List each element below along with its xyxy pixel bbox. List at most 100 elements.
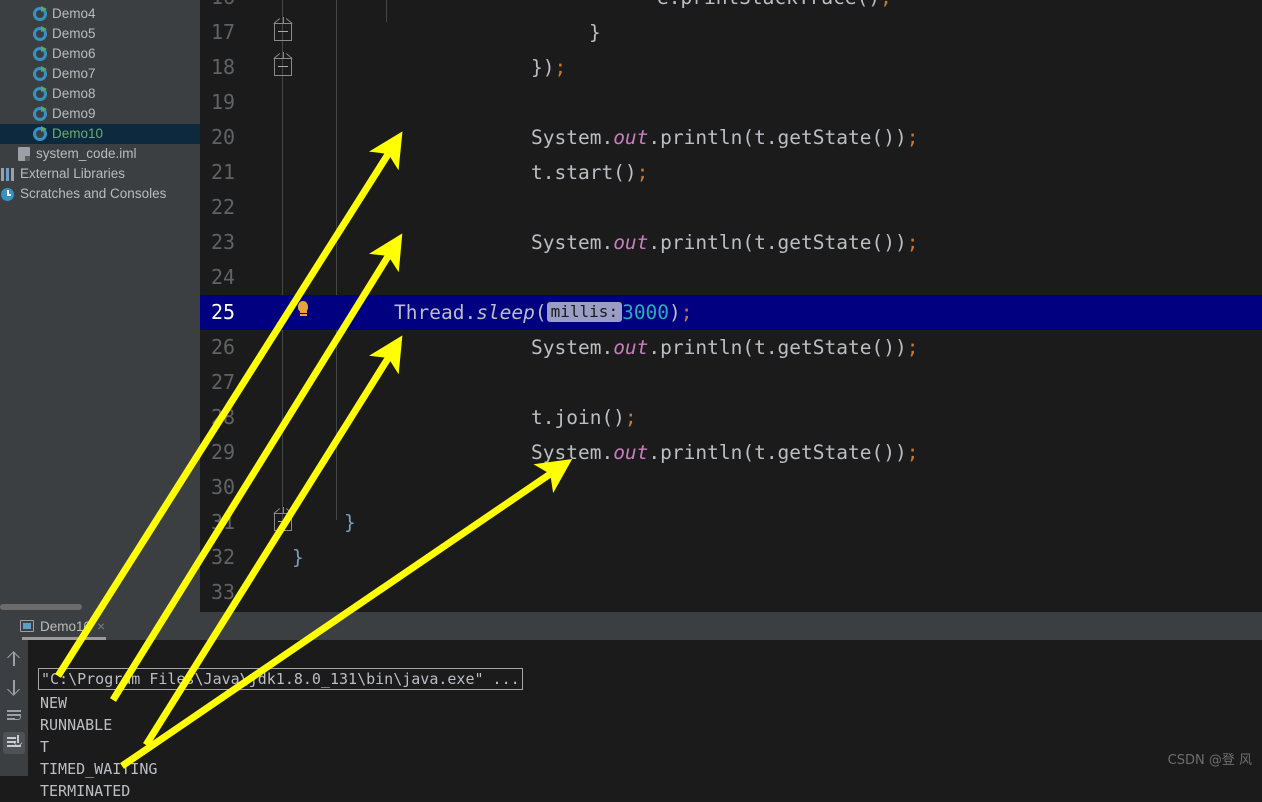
fold-marker-icon[interactable] — [274, 17, 292, 41]
sidebar-item-label: Demo5 — [52, 26, 96, 41]
line-code: } — [292, 546, 304, 569]
line-number: 29 — [211, 440, 236, 464]
run-console-panel: Demo10 × "C:\Program Files\Java\jdk1.8.0… — [0, 612, 1262, 800]
line-code: System.out.println(t.getState()); — [531, 231, 919, 254]
sidebar-item-system-code-iml[interactable]: system_code.iml — [0, 144, 200, 164]
editor-line-22[interactable]: 22 — [200, 190, 1262, 225]
console-output-line: TIMED_WAITING — [40, 760, 158, 778]
console-tab-demo10[interactable]: Demo10 × — [14, 612, 111, 640]
down-arrow-icon[interactable] — [3, 676, 25, 698]
editor-line-17[interactable]: 17 } — [200, 15, 1262, 50]
line-number: 16 — [200, 0, 246, 15]
line-number: 20 — [211, 125, 236, 149]
sidebar-item-demo6[interactable]: Demo6 — [0, 44, 200, 64]
ide-window: Demo4 Demo5 Demo6 Demo7 Demo8 Demo9 Demo… — [0, 0, 1262, 800]
csdn-watermark: CSDN @登 风 — [1167, 753, 1252, 768]
sidebar-item-demo8[interactable]: Demo8 — [0, 84, 200, 104]
line-code: }); — [531, 56, 567, 79]
up-arrow-icon[interactable] — [3, 648, 25, 670]
editor-line-16[interactable]: 16 e.printStackTrace(); — [200, 0, 1262, 15]
java-class-icon — [32, 6, 48, 22]
line-number: 21 — [211, 160, 236, 184]
java-class-icon — [32, 26, 48, 42]
editor-line-26[interactable]: 26 System.out.println(t.getState()); — [200, 330, 1262, 365]
line-number: 17 — [211, 20, 236, 44]
line-code: t.join(); — [531, 406, 637, 429]
line-number: 26 — [211, 335, 236, 359]
line-code: System.out.println(t.getState()); — [531, 126, 919, 149]
sidebar-item-label: Demo10 — [52, 126, 104, 141]
line-code: e.printStackTrace(); — [657, 0, 892, 15]
sleep-millis-value: 3000 — [622, 301, 670, 324]
line-number: 27 — [211, 370, 236, 394]
editor-line-30[interactable]: 30 — [200, 470, 1262, 505]
console-tab-bar: Demo10 × — [0, 612, 1262, 640]
sidebar-item-scratches-and-consoles[interactable]: Scratches and Consoles — [0, 184, 200, 204]
line-code: } — [589, 21, 601, 44]
project-tree-panel[interactable]: Demo4 Demo5 Demo6 Demo7 Demo8 Demo9 Demo… — [0, 0, 200, 612]
soft-wrap-icon[interactable] — [3, 704, 25, 726]
line-number: 22 — [211, 195, 236, 219]
java-class-icon — [32, 86, 48, 102]
line-number: 24 — [211, 265, 236, 289]
sidebar-item-demo10[interactable]: Demo10 — [0, 124, 200, 144]
line-number: 25 — [211, 300, 236, 324]
current-line-highlight — [200, 295, 1262, 330]
close-icon[interactable]: × — [97, 619, 105, 633]
java-class-icon — [32, 46, 48, 62]
sidebar-item-label: system_code.iml — [36, 146, 137, 161]
editor-line-28[interactable]: 28 t.join(); — [200, 400, 1262, 435]
line-code: t.start(); — [531, 161, 649, 184]
editor-line-32[interactable]: 32 } — [200, 540, 1262, 575]
line-number: 28 — [211, 405, 236, 429]
code-editor[interactable]: 16 e.printStackTrace(); 17 } 18 }); 19 2… — [200, 0, 1262, 612]
line-code: System.out.println(t.getState()); — [531, 441, 919, 464]
scroll-to-end-icon[interactable] — [3, 732, 25, 754]
java-class-icon — [32, 66, 48, 82]
java-class-icon — [32, 106, 48, 122]
console-tab-label: Demo10 — [40, 618, 92, 634]
editor-line-27[interactable]: 27 — [200, 365, 1262, 400]
line-code: Thread.sleep(millis: 3000); — [394, 301, 693, 324]
sidebar-horizontal-scrollbar[interactable] — [0, 604, 82, 610]
editor-line-21[interactable]: 21 t.start(); — [200, 155, 1262, 190]
editor-line-19[interactable]: 19 — [200, 85, 1262, 120]
sidebar-item-label: Demo6 — [52, 46, 96, 61]
editor-line-29[interactable]: 29 System.out.println(t.getState()); — [200, 435, 1262, 470]
parameter-hint: millis: — [546, 302, 623, 322]
sidebar-item-label: Demo7 — [52, 66, 96, 81]
editor-line-31[interactable]: 31 } — [200, 505, 1262, 540]
line-number: 31 — [211, 510, 236, 534]
scratches-icon — [0, 186, 16, 202]
line-number: 19 — [211, 90, 236, 114]
sidebar-item-label: Demo4 — [52, 6, 96, 21]
editor-line-24[interactable]: 24 — [200, 260, 1262, 295]
sidebar-item-label: Scratches and Consoles — [20, 186, 167, 201]
line-number: 18 — [211, 55, 236, 79]
editor-line-33[interactable]: 33 — [200, 575, 1262, 610]
console-output[interactable]: "C:\Program Files\Java\jdk1.8.0_131\bin\… — [28, 640, 1262, 800]
sidebar-item-external-libraries[interactable]: External Libraries — [0, 164, 200, 184]
line-code: System.out.println(t.getState()); — [531, 336, 919, 359]
sidebar-item-label: Demo8 — [52, 86, 96, 101]
line-number: 33 — [211, 580, 236, 604]
line-code: } — [344, 511, 356, 534]
sidebar-item-demo5[interactable]: Demo5 — [0, 24, 200, 44]
sidebar-item-demo4[interactable]: Demo4 — [0, 4, 200, 24]
line-number: 30 — [211, 475, 236, 499]
intention-bulb-icon[interactable] — [296, 301, 310, 317]
sidebar-item-demo9[interactable]: Demo9 — [0, 104, 200, 124]
editor-line-18[interactable]: 18 }); — [200, 50, 1262, 85]
console-output-line: T — [40, 738, 50, 756]
fold-marker-icon[interactable] — [274, 507, 292, 531]
sidebar-item-label: External Libraries — [20, 166, 126, 181]
editor-line-25-current[interactable]: 25 Thread.sleep(millis: 3000); — [200, 295, 1262, 330]
line-number: 23 — [211, 230, 236, 254]
console-toolbar — [0, 640, 28, 776]
editor-line-20[interactable]: 20 System.out.println(t.getState()); — [200, 120, 1262, 155]
editor-line-23[interactable]: 23 System.out.println(t.getState()); — [200, 225, 1262, 260]
fold-marker-icon[interactable] — [274, 52, 292, 76]
console-output-line: RUNNABLE — [40, 716, 113, 734]
sidebar-item-demo7[interactable]: Demo7 — [0, 64, 200, 84]
console-command-line: "C:\Program Files\Java\jdk1.8.0_131\bin\… — [38, 668, 523, 690]
